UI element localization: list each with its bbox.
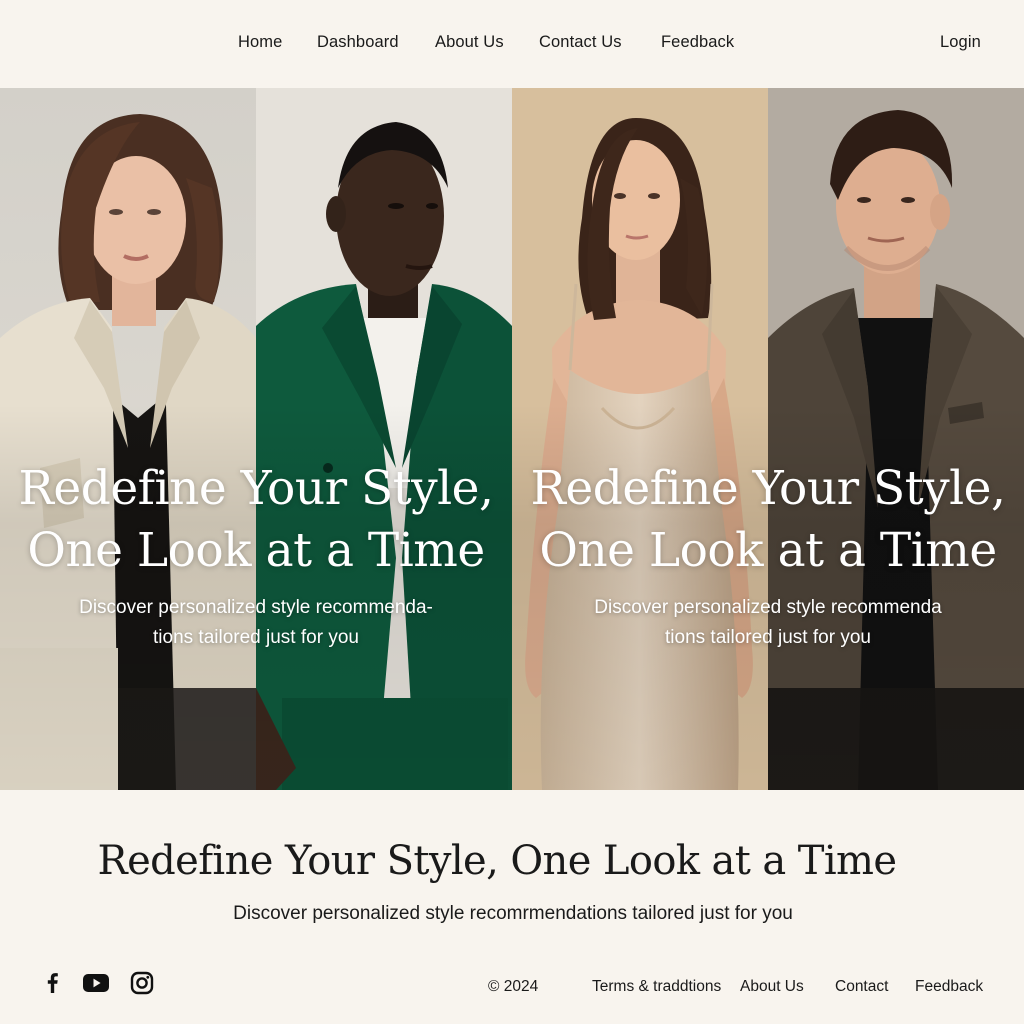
copyright-text: © 2024 — [488, 978, 539, 995]
nav-contact-link[interactable]: Contact Us — [539, 33, 622, 52]
top-navigation: Home Dashboard About Us Contact Us Feedb… — [0, 0, 1024, 88]
nav-dashboard-link[interactable]: Dashboard — [317, 33, 399, 52]
footer-about-link[interactable]: About Us — [740, 978, 804, 996]
nav-feedback-link[interactable]: Feedback — [661, 33, 734, 52]
model-photo-green-suit — [256, 88, 512, 790]
nav-home-link[interactable]: Home — [238, 33, 282, 52]
footer-contact-link[interactable]: Contact — [835, 978, 888, 996]
login-link[interactable]: Login — [940, 33, 981, 52]
nav-about-link[interactable]: About Us — [435, 33, 504, 52]
instagram-icon[interactable] — [129, 970, 155, 996]
footer-feedback-link[interactable]: Feedback — [915, 978, 983, 996]
section-subtitle: Discover personalized style recomrmendat… — [233, 903, 793, 924]
landing-page: Home Dashboard About Us Contact Us Feedb… — [0, 0, 1024, 1024]
youtube-icon[interactable] — [82, 970, 109, 996]
model-photo-cream-blazer — [0, 88, 256, 790]
hero-banner: Redefine Your Style, One Look at a Time … — [0, 88, 1024, 790]
model-photo-brown-blazer — [768, 88, 1024, 790]
section-title: Redefine Your Style, One Look at a Time — [97, 838, 897, 884]
model-photo-satin-dress — [512, 88, 768, 790]
facebook-icon[interactable] — [40, 970, 66, 996]
footer-terms-link[interactable]: Terms & traddtions — [592, 978, 721, 996]
